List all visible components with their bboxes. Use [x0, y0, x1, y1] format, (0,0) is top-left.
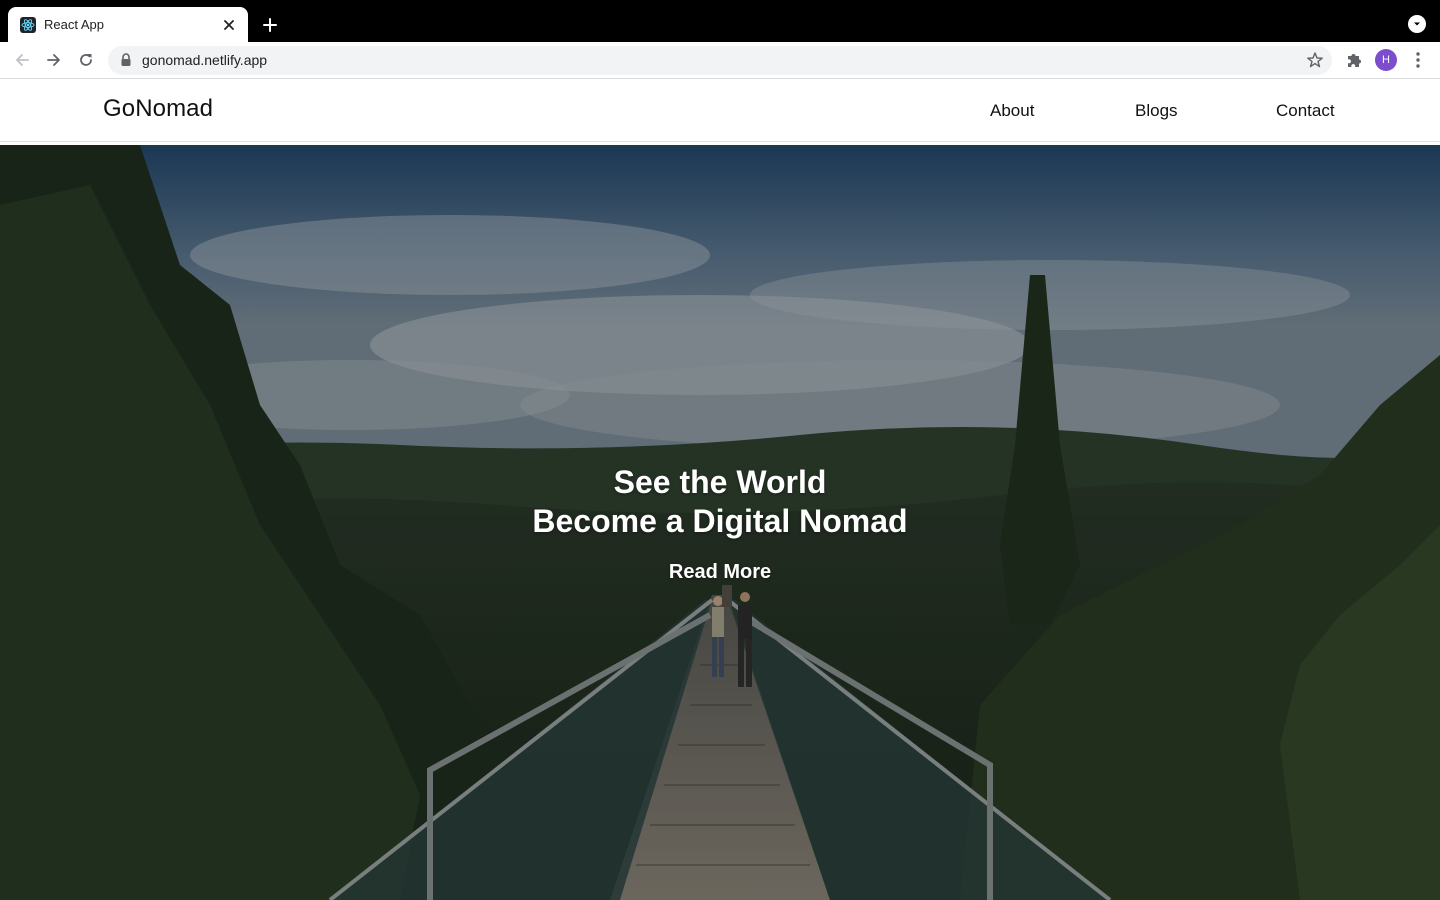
tab-title: React App [44, 17, 104, 32]
extensions-puzzle-icon[interactable] [1344, 50, 1364, 70]
profile-avatar[interactable]: H [1375, 49, 1397, 71]
bookmark-star-icon[interactable] [1306, 51, 1324, 69]
hero-section: See the World Become a Digital Nomad Rea… [0, 145, 1440, 900]
nav-link-contact[interactable]: Contact [1276, 101, 1335, 121]
forward-arrow-icon[interactable] [42, 48, 66, 72]
hero-text-block: See the World Become a Digital Nomad Rea… [0, 463, 1440, 584]
browser-tab[interactable]: React App [8, 7, 248, 42]
browser-tab-strip: React App [0, 0, 1440, 42]
brand-logo[interactable]: GoNomad [103, 95, 213, 123]
nav-link-blogs[interactable]: Blogs [1135, 101, 1178, 121]
new-tab-plus-icon[interactable] [258, 13, 282, 37]
close-tab-icon[interactable] [220, 16, 238, 34]
nav-link-about[interactable]: About [990, 101, 1034, 121]
hero-headline-line1: See the World [613, 464, 827, 500]
react-logo-icon [20, 16, 36, 33]
address-bar[interactable]: gonomad.netlify.app [108, 46, 1332, 75]
back-arrow-icon[interactable] [10, 48, 34, 72]
tab-search-chevron-icon[interactable] [1408, 15, 1426, 33]
url-text: gonomad.netlify.app [142, 52, 268, 68]
read-more-link[interactable]: Read More [669, 561, 771, 584]
kebab-menu-icon[interactable] [1408, 50, 1428, 70]
reload-icon[interactable] [74, 48, 98, 72]
lock-icon [121, 53, 131, 66]
browser-toolbar: gonomad.netlify.app H [0, 42, 1440, 79]
hero-headline-line2: Become a Digital Nomad [532, 503, 908, 539]
site-navbar: GoNomad About Blogs Contact [0, 80, 1440, 142]
